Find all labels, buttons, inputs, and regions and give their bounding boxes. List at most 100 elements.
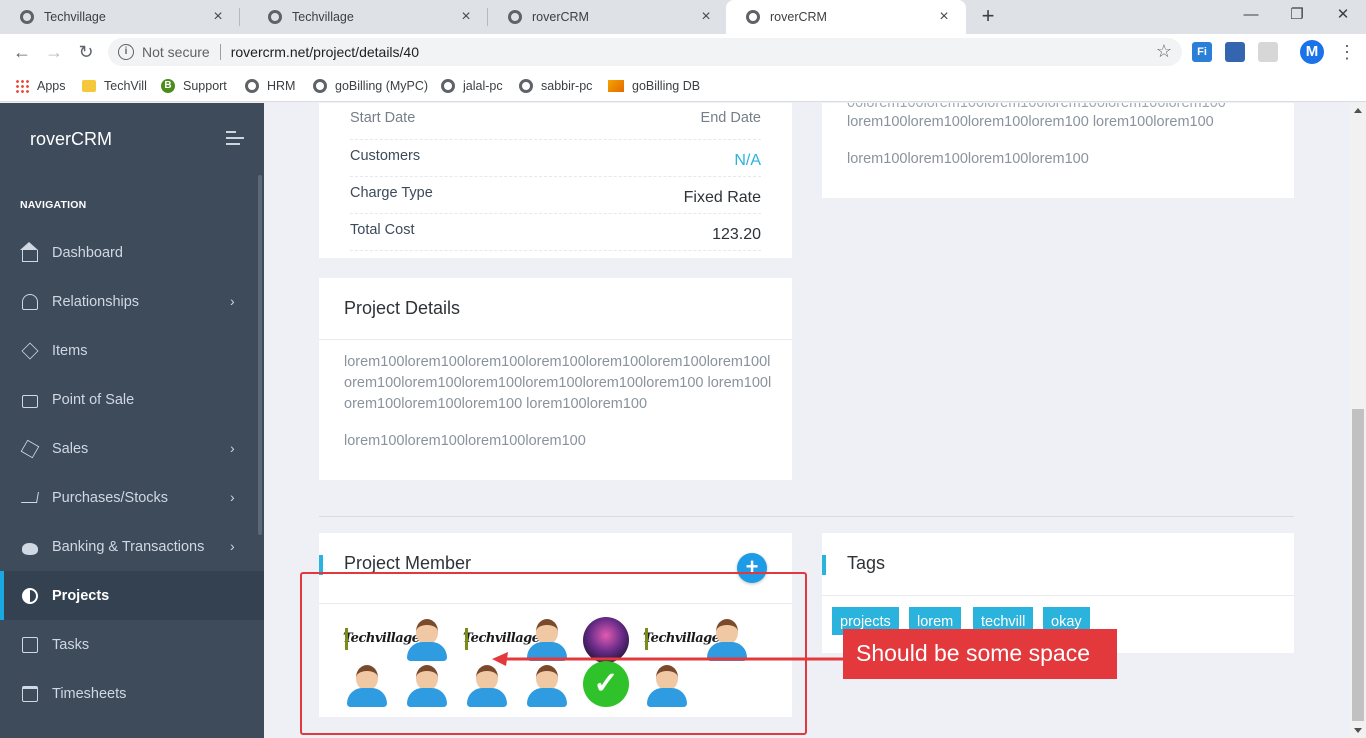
sidebar-item-label: Banking & Transactions	[52, 538, 205, 555]
reload-button[interactable]: ↻	[74, 40, 98, 64]
tab-title: Techvillage	[44, 10, 106, 24]
sidebar-item-relationships[interactable]: Relationships ›	[0, 277, 264, 326]
box-icon	[20, 439, 40, 458]
new-tab-button[interactable]: +	[976, 5, 1000, 29]
close-tab-icon[interactable]: ×	[936, 9, 952, 25]
description-card: 00lorem100lorem100lorem100lorem100lorem1…	[822, 103, 1294, 198]
chevron-right-icon: ›	[230, 538, 235, 554]
sidebar-item-label: Point of Sale	[52, 391, 135, 408]
security-label: Not secure	[142, 44, 210, 60]
charge-type-label: Charge Type	[350, 185, 433, 201]
apps-grid-icon	[15, 79, 29, 93]
users-icon	[22, 293, 38, 310]
dates-row: Start Date End Date	[350, 103, 761, 140]
total-cost-row: Total Cost 123.20	[350, 214, 761, 251]
bookmark-star-icon[interactable]: ☆	[1156, 41, 1172, 62]
globe-icon	[268, 10, 282, 24]
sidebar-item-projects[interactable]: Projects	[0, 571, 264, 620]
bookmark-support[interactable]: B Support	[161, 76, 227, 96]
more-menu-icon[interactable]: ⋮	[1338, 40, 1356, 64]
bookmark-gobilling-db[interactable]: goBilling DB	[608, 76, 700, 96]
scroll-down-icon[interactable]	[1354, 728, 1362, 733]
customers-label: Customers	[350, 148, 421, 164]
charge-type-value: Fixed Rate	[683, 189, 761, 206]
page-scrollbar[interactable]	[1350, 103, 1366, 738]
cart-icon	[21, 492, 39, 503]
sidebar-item-tasks[interactable]: Tasks	[0, 620, 264, 669]
tab-title: Techvillage	[292, 10, 354, 24]
sidebar-scrollbar[interactable]	[258, 175, 262, 535]
tab-title: roverCRM	[770, 10, 827, 24]
folder-icon	[82, 80, 96, 92]
description-text: lorem100lorem100lorem100lorem100 lorem10…	[847, 114, 1214, 130]
browser-tab-active[interactable]: roverCRM ×	[726, 0, 966, 34]
menu-toggle-icon[interactable]	[226, 131, 244, 145]
sidebar-item-banking[interactable]: Banking & Transactions ›	[0, 522, 264, 571]
project-member-title: Project Member	[344, 553, 472, 573]
sidebar-item-items[interactable]: Items	[0, 326, 264, 375]
phpmyadmin-icon	[608, 80, 624, 92]
extension-icon[interactable]	[1258, 42, 1278, 62]
tags-title: Tags	[847, 553, 886, 573]
sidebar-item-label: Projects	[52, 587, 110, 604]
sidebar-item-point-of-sale[interactable]: Point of Sale	[0, 375, 264, 424]
sidebar-item-purchases-stocks[interactable]: Purchases/Stocks ›	[0, 473, 264, 522]
sidebar-item-label: Tasks	[52, 636, 90, 653]
scroll-up-icon[interactable]	[1354, 108, 1362, 113]
nav-heading: NAVIGATION	[20, 199, 87, 211]
sidebar: roverCRM NAVIGATION Dashboard Relationsh…	[0, 103, 264, 738]
briefcase-icon	[22, 395, 38, 408]
close-tab-icon[interactable]: ×	[458, 9, 474, 25]
tab-title: roverCRM	[532, 10, 589, 24]
browser-tab[interactable]: roverCRM ×	[488, 0, 728, 34]
bookmark-sabbir-pc[interactable]: sabbir-pc	[519, 76, 592, 96]
project-info-card: Start Date End Date Customers N/A Charge…	[319, 103, 792, 258]
globe-icon	[313, 79, 327, 93]
bookmark-techvill[interactable]: TechVill	[82, 76, 147, 96]
globe-icon	[441, 79, 455, 93]
extension-icon[interactable]	[1225, 42, 1245, 62]
globe-icon	[20, 10, 34, 24]
project-details-card: Project Details lorem100lorem100lorem100…	[319, 278, 792, 480]
bookmark-gobilling-mypc[interactable]: goBilling (MyPC)	[313, 76, 428, 96]
bookmark-apps[interactable]: Apps	[15, 76, 66, 96]
sidebar-item-label: Purchases/Stocks	[52, 489, 169, 506]
restore-button[interactable]: ❐	[1274, 0, 1320, 30]
clipboard-icon	[22, 636, 38, 653]
forward-button[interactable]: →	[42, 40, 66, 64]
close-window-button[interactable]: ✕	[1320, 0, 1366, 30]
address-bar[interactable]: i Not secure rovercrm.net/project/detail…	[108, 38, 1182, 66]
project-details-title: Project Details	[344, 298, 461, 318]
end-date-label: End Date	[700, 110, 761, 126]
profile-avatar[interactable]: M	[1300, 40, 1324, 64]
customers-row: Customers N/A	[350, 140, 761, 177]
customers-value[interactable]: N/A	[734, 152, 761, 170]
start-date-label: Start Date	[350, 110, 416, 126]
browser-tab[interactable]: Techvillage ×	[248, 0, 488, 34]
globe-icon	[519, 79, 533, 93]
globe-icon	[508, 10, 522, 24]
minimize-button[interactable]: —	[1228, 0, 1274, 30]
total-cost-label: Total Cost	[350, 222, 415, 238]
close-tab-icon[interactable]: ×	[210, 9, 226, 25]
browser-tab-bar: Techvillage × Techvillage × roverCRM × r…	[0, 0, 1366, 34]
piggy-bank-icon	[22, 542, 38, 555]
scroll-thumb[interactable]	[1352, 409, 1364, 721]
info-icon[interactable]: i	[118, 44, 134, 60]
sidebar-item-label: Dashboard	[52, 244, 123, 261]
project-details-text: lorem100lorem100lorem100lorem100lorem100…	[344, 354, 772, 412]
sidebar-item-dashboard[interactable]: Dashboard	[0, 228, 264, 277]
close-tab-icon[interactable]: ×	[698, 9, 714, 25]
charge-type-row: Charge Type Fixed Rate	[350, 177, 761, 214]
sidebar-item-label: Items	[52, 342, 88, 359]
back-button[interactable]: ←	[10, 40, 34, 64]
sidebar-item-timesheets[interactable]: Timesheets	[0, 669, 264, 718]
sidebar-item-sales[interactable]: Sales ›	[0, 424, 264, 473]
extension-icon[interactable]: Fi	[1192, 42, 1212, 62]
url-text[interactable]: rovercrm.net/project/details/40	[231, 44, 419, 60]
bookmark-hrm[interactable]: HRM	[245, 76, 295, 96]
bookmark-jalal-pc[interactable]: jalal-pc	[441, 76, 503, 96]
browser-tab[interactable]: Techvillage ×	[0, 0, 240, 34]
browser-toolbar: ← → ↻ i Not secure rovercrm.net/project/…	[0, 34, 1366, 70]
chevron-right-icon: ›	[230, 440, 235, 456]
